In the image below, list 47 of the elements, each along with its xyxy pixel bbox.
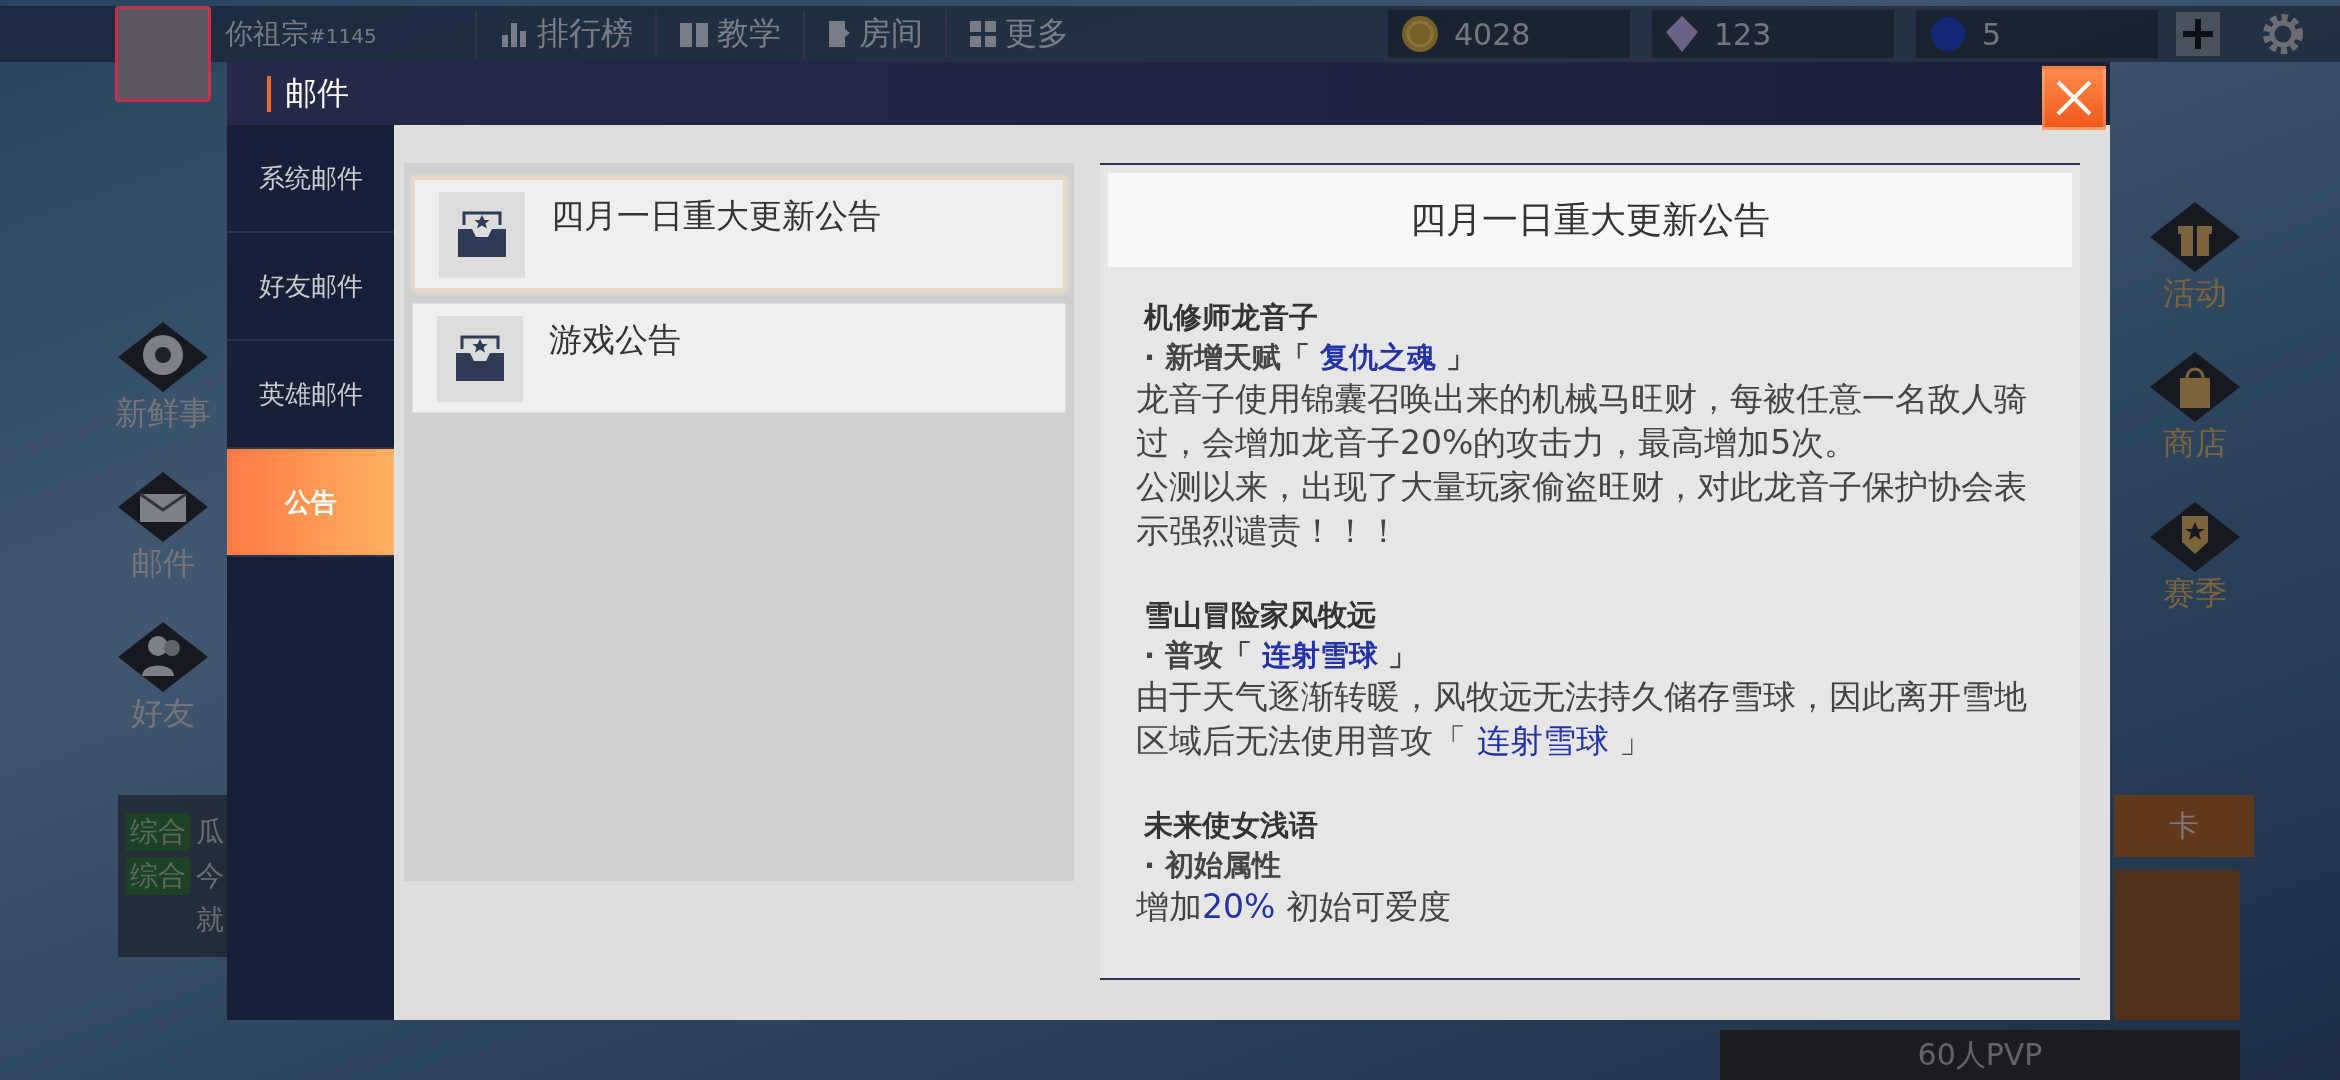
book-icon — [679, 20, 709, 48]
close-button[interactable] — [2042, 66, 2106, 130]
hero-heading: 机修师龙音子 — [1142, 299, 1319, 336]
shortcut-label[interactable]: 赛季 — [2163, 572, 2227, 616]
bullet-line: · 普攻「 连射雪球 」 — [1143, 637, 1419, 674]
bullet-line: · 初始属性 — [1143, 847, 1283, 884]
shortcut-label[interactable]: 新鲜事 — [115, 392, 211, 436]
plus-icon — [2183, 19, 2213, 49]
channel-tag: 综合 — [126, 813, 190, 851]
menu-button[interactable]: 房间 — [803, 10, 945, 58]
people-icon[interactable] — [118, 622, 208, 692]
accent-bar — [267, 75, 271, 112]
chat-message: 瓜 — [196, 814, 224, 850]
chat-message: 就 — [196, 902, 224, 938]
settings-icon[interactable] — [2260, 11, 2306, 57]
grid-icon — [969, 20, 997, 48]
hero-heading: 雪山冒险家风牧远 — [1143, 597, 1377, 634]
description-text: 公测以来，出现了大量玩家偷盗旺财，对此龙音子保护协会表示强烈谴责！！！ — [1136, 466, 2028, 552]
dialog-title: 邮件 — [285, 72, 349, 114]
shopping-bag-icon[interactable] — [2150, 352, 2240, 422]
description-text: 增加20% 初始可爱度 — [1136, 886, 1452, 928]
envelope-icon[interactable] — [118, 472, 208, 542]
detail-title: 四月一日重大更新公告 — [1108, 173, 2072, 267]
mail-item[interactable]: 游戏公告 — [412, 303, 1066, 413]
channel-tag: 综合 — [126, 857, 190, 895]
star-badge-icon[interactable] — [2150, 502, 2240, 572]
menu-button[interactable]: 更多 — [945, 10, 1091, 58]
door-icon — [827, 19, 851, 49]
coin-icon — [1400, 14, 1440, 54]
menu-button[interactable]: 教学 — [655, 10, 803, 58]
menu-button[interactable]: 排行榜 — [475, 10, 655, 58]
add-button[interactable] — [2176, 12, 2220, 56]
chat-message: 今 — [196, 858, 224, 894]
crystal-icon — [1664, 14, 1700, 54]
shortcut-label[interactable]: 商店 — [2163, 422, 2227, 466]
gem-icon — [1928, 14, 1968, 54]
shortcut-label[interactable]: 活动 — [2163, 272, 2227, 316]
card-button[interactable]: 卡 — [2114, 795, 2254, 857]
mail-item[interactable]: 四月一日重大更新公告 — [412, 177, 1066, 291]
description-text: 由于天气逐渐转暖，风牧远无法持久储存雪球，因此离开雪地区域后无法使用普攻「 连射雪球 」 — [1136, 676, 2028, 762]
close-icon — [2055, 79, 2093, 117]
bullet-line: · 新增天赋「 复仇之魂 」 — [1143, 339, 1477, 376]
hero-heading: 未来使女浅语 — [1143, 807, 1319, 844]
description-text: 龙音子使用锦囊召唤出来的机械马旺财，每被任意一名敌人骑过，会增加龙音子20%的攻击力，最高增加5次。 — [1136, 378, 2028, 464]
player-name: 你祖宗#1145 — [225, 16, 378, 52]
mode-label[interactable]: 60人PVP — [1720, 1030, 2240, 1080]
category-tab[interactable]: 公告 — [227, 449, 394, 557]
